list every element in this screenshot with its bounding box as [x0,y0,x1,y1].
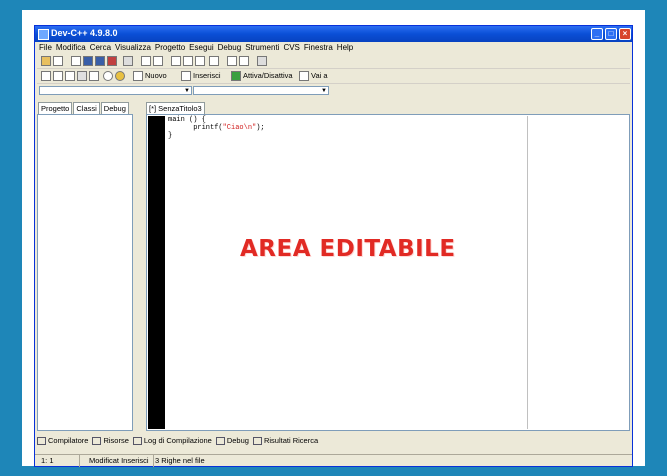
menu-cerca[interactable]: Cerca [90,42,111,53]
tab-senzatitolo3[interactable]: [*] SenzaTitolo3 [146,102,205,114]
menu-debug[interactable]: Debug [218,42,242,53]
save-icon[interactable] [83,56,93,66]
unindent-icon[interactable] [239,56,249,66]
tab-progetto[interactable]: Progetto [38,102,73,114]
main-toolbar [37,54,630,69]
open-icon[interactable] [53,56,63,66]
new-file-icon[interactable] [71,56,81,66]
code-text[interactable]: main () { printf("Ciao\n"); } [168,116,265,140]
close-button[interactable]: × [619,28,631,40]
menu-modifica[interactable]: Modifica [56,42,86,53]
menu-strumenti[interactable]: Strumenti [245,42,279,53]
cursor-position: 1: 1 [41,455,80,467]
menu-progetto[interactable]: Progetto [155,42,185,53]
tab-debug[interactable]: Debug [100,102,129,114]
edit-mode: Modificat Inserisci [89,455,154,467]
right-margin-line [527,116,528,429]
find-next-icon[interactable] [195,56,205,66]
editable-area-label: AREA EDITABILE [240,236,456,262]
editor-gutter [148,116,165,429]
status-bar: 1: 1 Modificat Inserisci 3 Righe nel fil… [35,454,632,467]
secondary-toolbar: Nuovo Inserisci Attiva/Disattiva Vai a [37,69,630,84]
menu-esegui[interactable]: Esegui [189,42,213,53]
new-icon[interactable] [133,71,143,81]
check-icon[interactable] [89,71,99,81]
tab-risorse-label: Risorse [103,436,129,445]
menu-help[interactable]: Help [337,42,353,53]
tab-debug-bottom[interactable]: Debug [215,435,249,447]
toggle-bookmark-icon[interactable] [231,71,241,81]
goto-line-icon[interactable] [209,56,219,66]
find-icon[interactable] [171,56,181,66]
editor-tabs: [*] SenzaTitolo3 [146,102,206,114]
tab-risultati-ricerca[interactable]: Risultati Ricerca [252,435,319,447]
menu-cvs[interactable]: CVS [283,42,299,53]
layout-icon[interactable] [77,71,87,81]
close-file-icon[interactable] [107,56,117,66]
bottom-tabs: Compilatore Risorse Log di Compilazione … [37,435,630,448]
about-icon[interactable] [115,71,125,81]
window-icon[interactable] [53,71,63,81]
indent-icon[interactable] [227,56,237,66]
options-icon[interactable] [65,71,75,81]
window-title: Dev-C++ 4.9.8.0 [51,28,118,38]
compiler-icon [37,437,46,445]
tab-debug-label: Debug [226,436,249,445]
maximize-button[interactable]: □ [605,28,617,40]
insert-label[interactable]: Inserisci [193,71,221,81]
tab-compilatore-label: Compilatore [48,436,89,445]
resources-icon [92,437,102,445]
title-bar[interactable]: Dev-C++ 4.9.8.0 _ □ × [35,26,632,42]
insert-icon[interactable] [181,71,191,81]
replace-icon[interactable] [183,56,193,66]
new-label[interactable]: Nuovo [145,71,167,81]
minimize-button[interactable]: _ [591,28,603,40]
code-editor[interactable]: main () { printf("Ciao\n"); } [146,114,630,431]
search-results-icon [252,437,262,445]
tab-risorse[interactable]: Risorse [92,435,129,447]
check-icon [215,437,225,445]
left-tabs: Progetto Classi Debug [38,102,130,114]
undo-icon[interactable] [141,56,151,66]
tab-risultati-label: Risultati Ricerca [263,436,319,445]
tab-classi[interactable]: Classi [73,102,100,114]
goto-bookmark-icon[interactable] [299,71,309,81]
code-string-literal: "Ciao\n" [222,124,257,132]
log-icon [132,437,142,445]
tab-compilatore[interactable]: Compilatore [37,435,88,447]
grid-icon[interactable] [41,71,51,81]
toggle-view-icon[interactable] [257,56,267,66]
redo-icon[interactable] [153,56,163,66]
goto-bookmark-label[interactable]: Vai a [311,71,328,81]
code-line-2-suffix: ); [256,124,265,132]
toggle-bookmark-label[interactable]: Attiva/Disattiva [243,71,293,81]
help-icon[interactable] [103,71,113,81]
app-icon [38,29,49,40]
code-line-3: } [168,132,173,140]
menu-visualizza[interactable]: Visualizza [115,42,151,53]
member-combo[interactable]: ▼ [193,86,329,95]
save-all-icon[interactable] [95,56,105,66]
menu-finestra[interactable]: Finestra [304,42,333,53]
tab-log-label: Log di Compilazione [143,436,212,445]
chevron-down-icon: ▼ [184,88,190,94]
class-combo[interactable]: ▼ [39,86,192,95]
combo-row: ▼ ▼ [37,86,630,96]
project-icon[interactable] [41,56,51,66]
tab-log-compilazione[interactable]: Log di Compilazione [132,435,212,447]
menu-file[interactable]: File [39,42,52,53]
chevron-down-icon: ▼ [321,88,327,94]
code-line-1: main () { [168,116,206,124]
code-line-2-prefix: printf( [168,124,223,132]
print-icon[interactable] [123,56,133,66]
project-pane[interactable] [37,114,133,431]
menu-bar: File Modifica Cerca Visualizza Progetto … [35,42,632,53]
line-count: 3 Righe nel file [155,456,205,465]
